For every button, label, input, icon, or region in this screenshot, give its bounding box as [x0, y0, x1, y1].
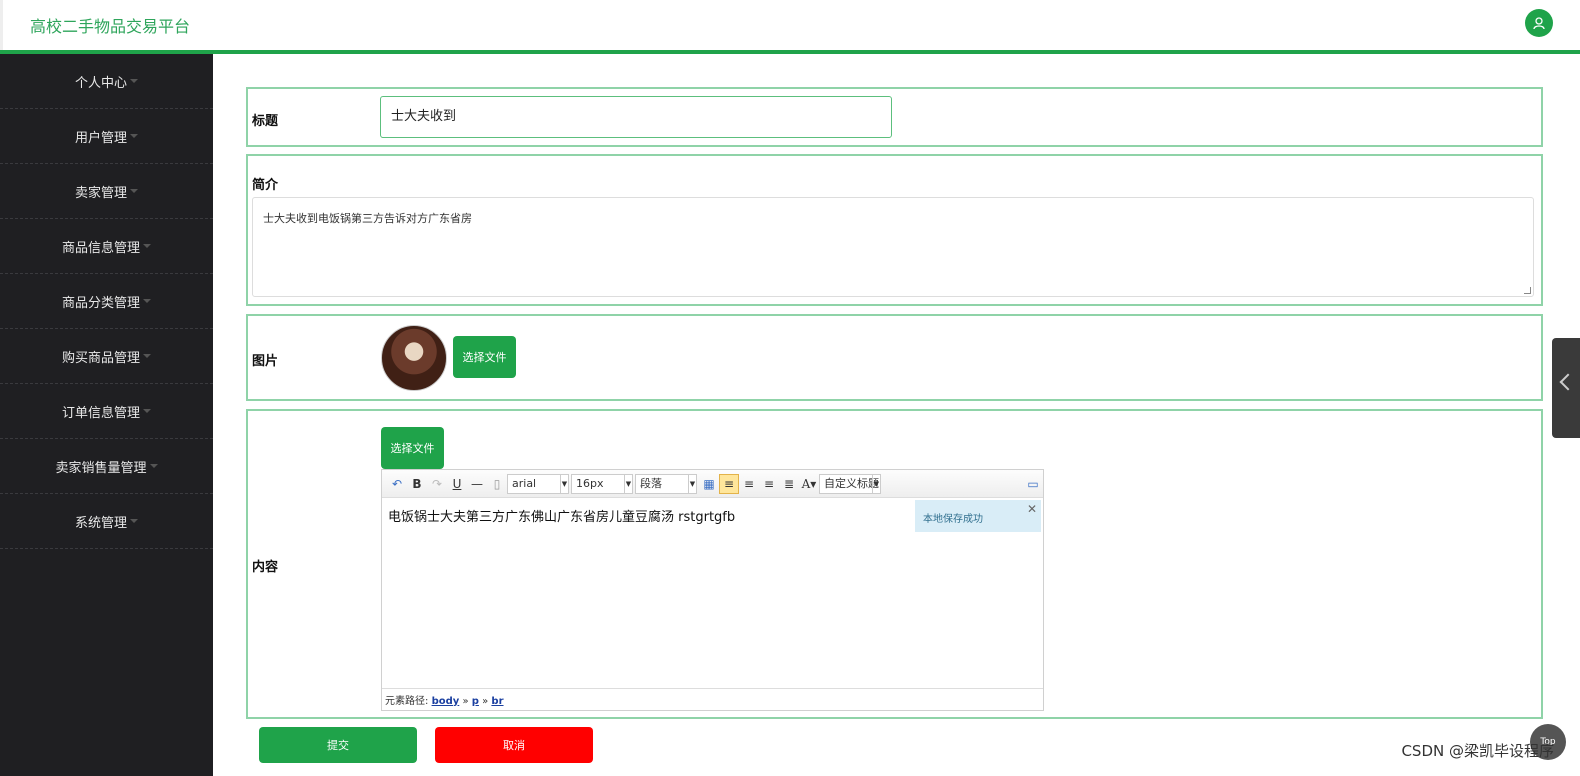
app-brand: 高校二手物品交易平台 [30, 17, 191, 36]
align-right-icon[interactable]: ≡ [739, 474, 759, 494]
element-path-bar: 元素路径: body » p » br [382, 688, 1043, 708]
align-center-icon[interactable]: ≡ [759, 474, 779, 494]
close-icon[interactable]: ✕ [1027, 502, 1037, 516]
table-icon[interactable]: ▦ [699, 474, 719, 494]
chevron-down-icon [130, 134, 138, 138]
font-family-value: arial [512, 476, 537, 490]
dropdown-arrow-icon: ▼ [872, 474, 880, 493]
chevron-down-icon [130, 189, 138, 193]
rich-text-editor: ↶ B ↷ U — ▯ arial ▼ 16px ▼ 段落 ▼ ▦ ≡ ≡ ≡ ≣ A… [381, 469, 1044, 711]
underline-icon[interactable]: U [447, 474, 467, 494]
path-item-br[interactable]: br [491, 696, 503, 707]
chevron-down-icon [143, 409, 151, 413]
resize-handle-icon[interactable] [1524, 287, 1531, 294]
editor-body[interactable]: 电饭锅士大夫第三方广东佛山广东省房儿童豆腐汤 rstgrtgfb 本地保存成功 … [382, 498, 1043, 688]
sidebar-item-label: 订单信息管理 [61, 405, 140, 421]
bold-icon[interactable]: B [407, 474, 427, 494]
uploaded-image-thumbnail [381, 325, 447, 391]
sidebar-item-label: 商品分类管理 [61, 295, 140, 311]
align-left-icon[interactable]: ≡ [719, 473, 739, 494]
chevron-down-icon [130, 79, 138, 83]
editor-toolbar: ↶ B ↷ U — ▯ arial ▼ 16px ▼ 段落 ▼ ▦ ≡ ≡ ≡ ≣ A… [382, 470, 1043, 498]
dropdown-arrow-icon: ▼ [624, 474, 632, 493]
sidebar-item-label: 商品信息管理 [61, 240, 140, 256]
title-input[interactable]: 士大夫收到 [380, 96, 892, 138]
intro-textarea[interactable]: 士大夫收到电饭锅第三方告诉对方广东省房 [252, 197, 1534, 297]
undo-icon[interactable]: ↶ [387, 474, 407, 494]
sidebar-item-seller-sales[interactable]: 卖家销售量管理 [0, 439, 213, 494]
intro-text: 士大夫收到电饭锅第三方告诉对方广东省房 [263, 212, 472, 225]
image-panel: 图片 选择文件 [246, 314, 1543, 401]
custom-title-value: 自定义标题 [824, 476, 879, 490]
cancel-button[interactable]: 取消 [435, 727, 593, 763]
sidebar-item-product-info[interactable]: 商品信息管理 [0, 219, 213, 274]
chevron-down-icon [143, 299, 151, 303]
sidebar-item-product-category[interactable]: 商品分类管理 [0, 274, 213, 329]
sidebar-item-system[interactable]: 系统管理 [0, 494, 213, 549]
dropdown-arrow-icon: ▼ [560, 474, 568, 493]
chevron-down-icon [149, 464, 158, 468]
sidebar-item-label: 系统管理 [74, 515, 127, 531]
element-path-label: 元素路径: [385, 696, 429, 707]
sidebar-item-purchase[interactable]: 购买商品管理 [0, 329, 213, 384]
sidebar-item-label: 卖家管理 [74, 185, 127, 201]
font-family-select[interactable]: arial ▼ [507, 473, 569, 494]
horizontal-rule-icon[interactable]: — [467, 474, 487, 494]
sidebar: 个人中心 用户管理 卖家管理 商品信息管理 商品分类管理 购买商品管理 订单信息… [0, 54, 213, 776]
main-content: 标题 士大夫收到 简介 士大夫收到电饭锅第三方告诉对方广东省房 图片 选择文件 … [213, 54, 1580, 776]
path-item-body[interactable]: body [432, 696, 460, 707]
custom-title-select[interactable]: 自定义标题 ▼ [819, 473, 881, 494]
chevron-left-icon [1559, 373, 1577, 391]
user-avatar-button[interactable] [1525, 9, 1553, 37]
sidebar-item-personal-center[interactable]: 个人中心 [0, 54, 213, 109]
submit-button[interactable]: 提交 [259, 727, 417, 763]
side-panel-toggle[interactable] [1552, 338, 1580, 438]
content-choose-file-button[interactable]: 选择文件 [381, 427, 444, 469]
font-size-select[interactable]: 16px ▼ [571, 473, 633, 494]
toast-message: 本地保存成功 [923, 514, 983, 525]
redo-icon[interactable]: ↷ [427, 474, 447, 494]
chevron-down-icon [143, 244, 151, 248]
path-item-p[interactable]: p [472, 696, 479, 707]
content-panel: 内容 选择文件 ↶ B ↷ U — ▯ arial ▼ 16px ▼ 段落 ▼ ▦ ≡… [246, 409, 1543, 719]
paragraph-select[interactable]: 段落 ▼ [635, 473, 697, 494]
sidebar-item-label: 个人中心 [74, 75, 127, 91]
font-size-value: 16px [576, 476, 604, 490]
paragraph-value: 段落 [640, 476, 662, 490]
title-panel: 标题 士大夫收到 [246, 87, 1543, 147]
intro-label: 简介 [252, 178, 279, 193]
chevron-down-icon [143, 354, 151, 358]
top-bar: 高校二手物品交易平台 [0, 0, 1580, 50]
image-label: 图片 [252, 354, 279, 369]
fullscreen-icon[interactable]: ▭ [1023, 474, 1043, 494]
sidebar-item-user-management[interactable]: 用户管理 [0, 109, 213, 164]
sidebar-item-label: 购买商品管理 [61, 350, 140, 366]
dropdown-arrow-icon: ▼ [688, 474, 696, 493]
editor-body-text: 电饭锅士大夫第三方广东佛山广东省房儿童豆腐汤 rstgrtgfb [388, 510, 736, 525]
sidebar-item-seller-management[interactable]: 卖家管理 [0, 164, 213, 219]
paste-icon[interactable]: ▯ [487, 474, 507, 494]
intro-panel: 简介 士大夫收到电饭锅第三方告诉对方广东省房 [246, 154, 1543, 306]
title-label: 标题 [252, 114, 279, 129]
user-icon [1533, 17, 1545, 30]
image-choose-file-button[interactable]: 选择文件 [453, 336, 516, 378]
sidebar-item-label: 用户管理 [74, 130, 127, 146]
watermark: CSDN @梁凯毕设程序 [1401, 742, 1554, 760]
sidebar-item-orders[interactable]: 订单信息管理 [0, 384, 213, 439]
font-color-icon[interactable]: A▾ [799, 474, 819, 494]
content-label: 内容 [252, 560, 279, 575]
sidebar-item-label: 卖家销售量管理 [55, 460, 147, 476]
save-toast: 本地保存成功 ✕ [915, 500, 1041, 532]
chevron-down-icon [130, 519, 138, 523]
align-justify-icon[interactable]: ≣ [779, 474, 799, 494]
